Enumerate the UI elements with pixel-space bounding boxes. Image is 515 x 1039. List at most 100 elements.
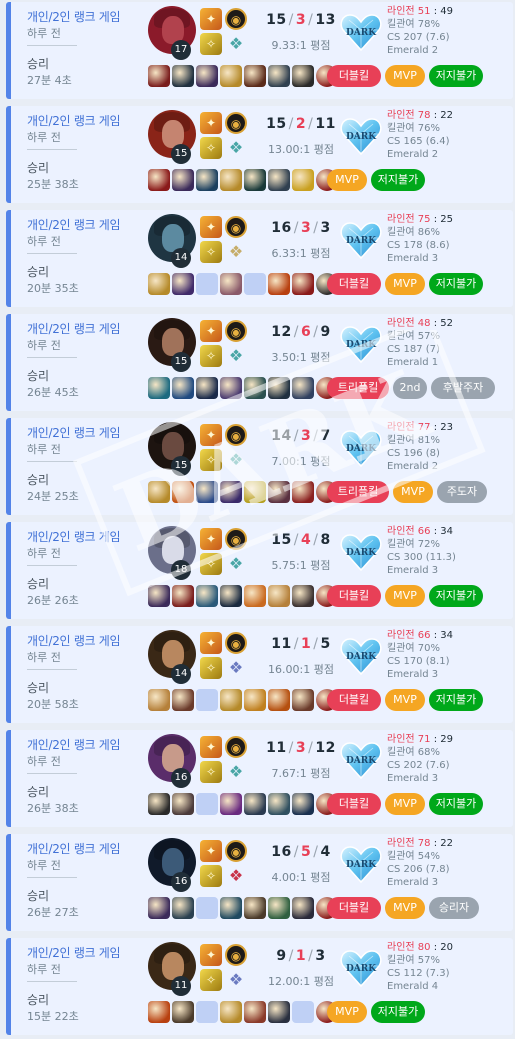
item-icon[interactable]: [268, 169, 290, 191]
item-icon[interactable]: [148, 793, 170, 815]
item-icon[interactable]: [268, 273, 290, 295]
item-icon[interactable]: [244, 689, 266, 711]
ignite-spell-icon[interactable]: ✧: [200, 553, 222, 575]
item-icon[interactable]: [148, 65, 170, 87]
secondary-rune-icon[interactable]: ❖: [225, 33, 247, 55]
secondary-rune-icon[interactable]: ❖: [225, 449, 247, 471]
ignite-spell-icon[interactable]: ✧: [200, 865, 222, 887]
flash-spell-icon[interactable]: ✦: [200, 112, 222, 134]
item-icon[interactable]: [292, 169, 314, 191]
item-icon[interactable]: [268, 897, 290, 919]
match-card[interactable]: 개인/2인 랭크 게임 하루 전 승리 27분 4초 17 ✦ ✧ ◉ ❖ 15/3/13 9.33…: [6, 2, 513, 99]
ignite-spell-icon[interactable]: ✧: [200, 33, 222, 55]
item-icon[interactable]: [172, 169, 194, 191]
item-icon[interactable]: [220, 689, 242, 711]
item-icon[interactable]: [220, 481, 242, 503]
item-icon[interactable]: [148, 897, 170, 919]
item-icon[interactable]: [220, 65, 242, 87]
item-icon[interactable]: [148, 377, 170, 399]
secondary-rune-icon[interactable]: ❖: [225, 657, 247, 679]
keystone-rune-icon[interactable]: ◉: [225, 8, 247, 30]
item-icon[interactable]: [172, 1001, 194, 1023]
item-icon[interactable]: [268, 1001, 290, 1023]
item-icon[interactable]: [292, 273, 314, 295]
flash-spell-icon[interactable]: ✦: [200, 320, 222, 342]
empty-item-slot[interactable]: [196, 1001, 218, 1023]
flash-spell-icon[interactable]: ✦: [200, 736, 222, 758]
secondary-rune-icon[interactable]: ❖: [225, 969, 247, 991]
item-icon[interactable]: [148, 273, 170, 295]
item-icon[interactable]: [268, 585, 290, 607]
empty-item-slot[interactable]: [292, 1001, 314, 1023]
item-icon[interactable]: [268, 793, 290, 815]
keystone-rune-icon[interactable]: ◉: [225, 840, 247, 862]
secondary-rune-icon[interactable]: ❖: [225, 761, 247, 783]
match-card[interactable]: 개인/2인 랭크 게임 하루 전 승리 26분 45초 15 ✦ ✧ ◉ ❖ 12/6/9 3.50…: [6, 314, 513, 411]
item-icon[interactable]: [244, 169, 266, 191]
ignite-spell-icon[interactable]: ✧: [200, 137, 222, 159]
empty-item-slot[interactable]: [196, 273, 218, 295]
item-icon[interactable]: [172, 793, 194, 815]
flash-spell-icon[interactable]: ✦: [200, 216, 222, 238]
keystone-rune-icon[interactable]: ◉: [225, 528, 247, 550]
item-icon[interactable]: [292, 793, 314, 815]
item-icon[interactable]: [148, 1001, 170, 1023]
ignite-spell-icon[interactable]: ✧: [200, 761, 222, 783]
item-icon[interactable]: [292, 689, 314, 711]
empty-item-slot[interactable]: [244, 273, 266, 295]
match-card[interactable]: 개인/2인 랭크 게임 하루 전 승리 25분 38초 15 ✦ ✧ ◉ ❖ 15/2/11 13.…: [6, 106, 513, 203]
item-icon[interactable]: [244, 585, 266, 607]
keystone-rune-icon[interactable]: ◉: [225, 736, 247, 758]
item-icon[interactable]: [268, 377, 290, 399]
match-card[interactable]: 개인/2인 랭크 게임 하루 전 승리 26분 38초 16 ✦ ✧ ◉ ❖ 11/3/12 7.6…: [6, 730, 513, 827]
ignite-spell-icon[interactable]: ✧: [200, 241, 222, 263]
item-icon[interactable]: [196, 65, 218, 87]
item-icon[interactable]: [196, 585, 218, 607]
item-icon[interactable]: [268, 65, 290, 87]
empty-item-slot[interactable]: [196, 689, 218, 711]
item-icon[interactable]: [220, 1001, 242, 1023]
item-icon[interactable]: [172, 377, 194, 399]
match-card[interactable]: 개인/2인 랭크 게임 하루 전 승리 26분 26초 18 ✦ ✧ ◉ ❖ 15/4/8 5.75…: [6, 522, 513, 619]
item-icon[interactable]: [172, 65, 194, 87]
match-card[interactable]: 개인/2인 랭크 게임 하루 전 승리 24분 25초 15 ✦ ✧ ◉ ❖ 14/3/7 7.00…: [6, 418, 513, 515]
item-icon[interactable]: [172, 273, 194, 295]
keystone-rune-icon[interactable]: ◉: [225, 632, 247, 654]
item-icon[interactable]: [220, 169, 242, 191]
item-icon[interactable]: [196, 377, 218, 399]
empty-item-slot[interactable]: [196, 793, 218, 815]
secondary-rune-icon[interactable]: ❖: [225, 137, 247, 159]
flash-spell-icon[interactable]: ✦: [200, 424, 222, 446]
item-icon[interactable]: [292, 377, 314, 399]
item-icon[interactable]: [220, 897, 242, 919]
item-icon[interactable]: [244, 793, 266, 815]
item-icon[interactable]: [244, 897, 266, 919]
item-icon[interactable]: [292, 481, 314, 503]
flash-spell-icon[interactable]: ✦: [200, 8, 222, 30]
item-icon[interactable]: [196, 481, 218, 503]
item-icon[interactable]: [292, 65, 314, 87]
secondary-rune-icon[interactable]: ❖: [225, 241, 247, 263]
item-icon[interactable]: [292, 585, 314, 607]
secondary-rune-icon[interactable]: ❖: [225, 345, 247, 367]
keystone-rune-icon[interactable]: ◉: [225, 112, 247, 134]
item-icon[interactable]: [148, 169, 170, 191]
item-icon[interactable]: [268, 689, 290, 711]
flash-spell-icon[interactable]: ✦: [200, 632, 222, 654]
item-icon[interactable]: [172, 897, 194, 919]
ignite-spell-icon[interactable]: ✧: [200, 345, 222, 367]
item-icon[interactable]: [220, 585, 242, 607]
match-card[interactable]: 개인/2인 랭크 게임 하루 전 승리 26분 27초 16 ✦ ✧ ◉ ❖ 16/5/4 4.00…: [6, 834, 513, 931]
ignite-spell-icon[interactable]: ✧: [200, 969, 222, 991]
ignite-spell-icon[interactable]: ✧: [200, 449, 222, 471]
keystone-rune-icon[interactable]: ◉: [225, 320, 247, 342]
flash-spell-icon[interactable]: ✦: [200, 528, 222, 550]
item-icon[interactable]: [148, 689, 170, 711]
keystone-rune-icon[interactable]: ◉: [225, 216, 247, 238]
match-card[interactable]: 개인/2인 랭크 게임 하루 전 승리 20분 35초 14 ✦ ✧ ◉ ❖ 16/3/3 6.33…: [6, 210, 513, 307]
item-icon[interactable]: [220, 377, 242, 399]
item-icon[interactable]: [244, 65, 266, 87]
item-icon[interactable]: [172, 585, 194, 607]
item-icon[interactable]: [292, 897, 314, 919]
item-icon[interactable]: [196, 169, 218, 191]
